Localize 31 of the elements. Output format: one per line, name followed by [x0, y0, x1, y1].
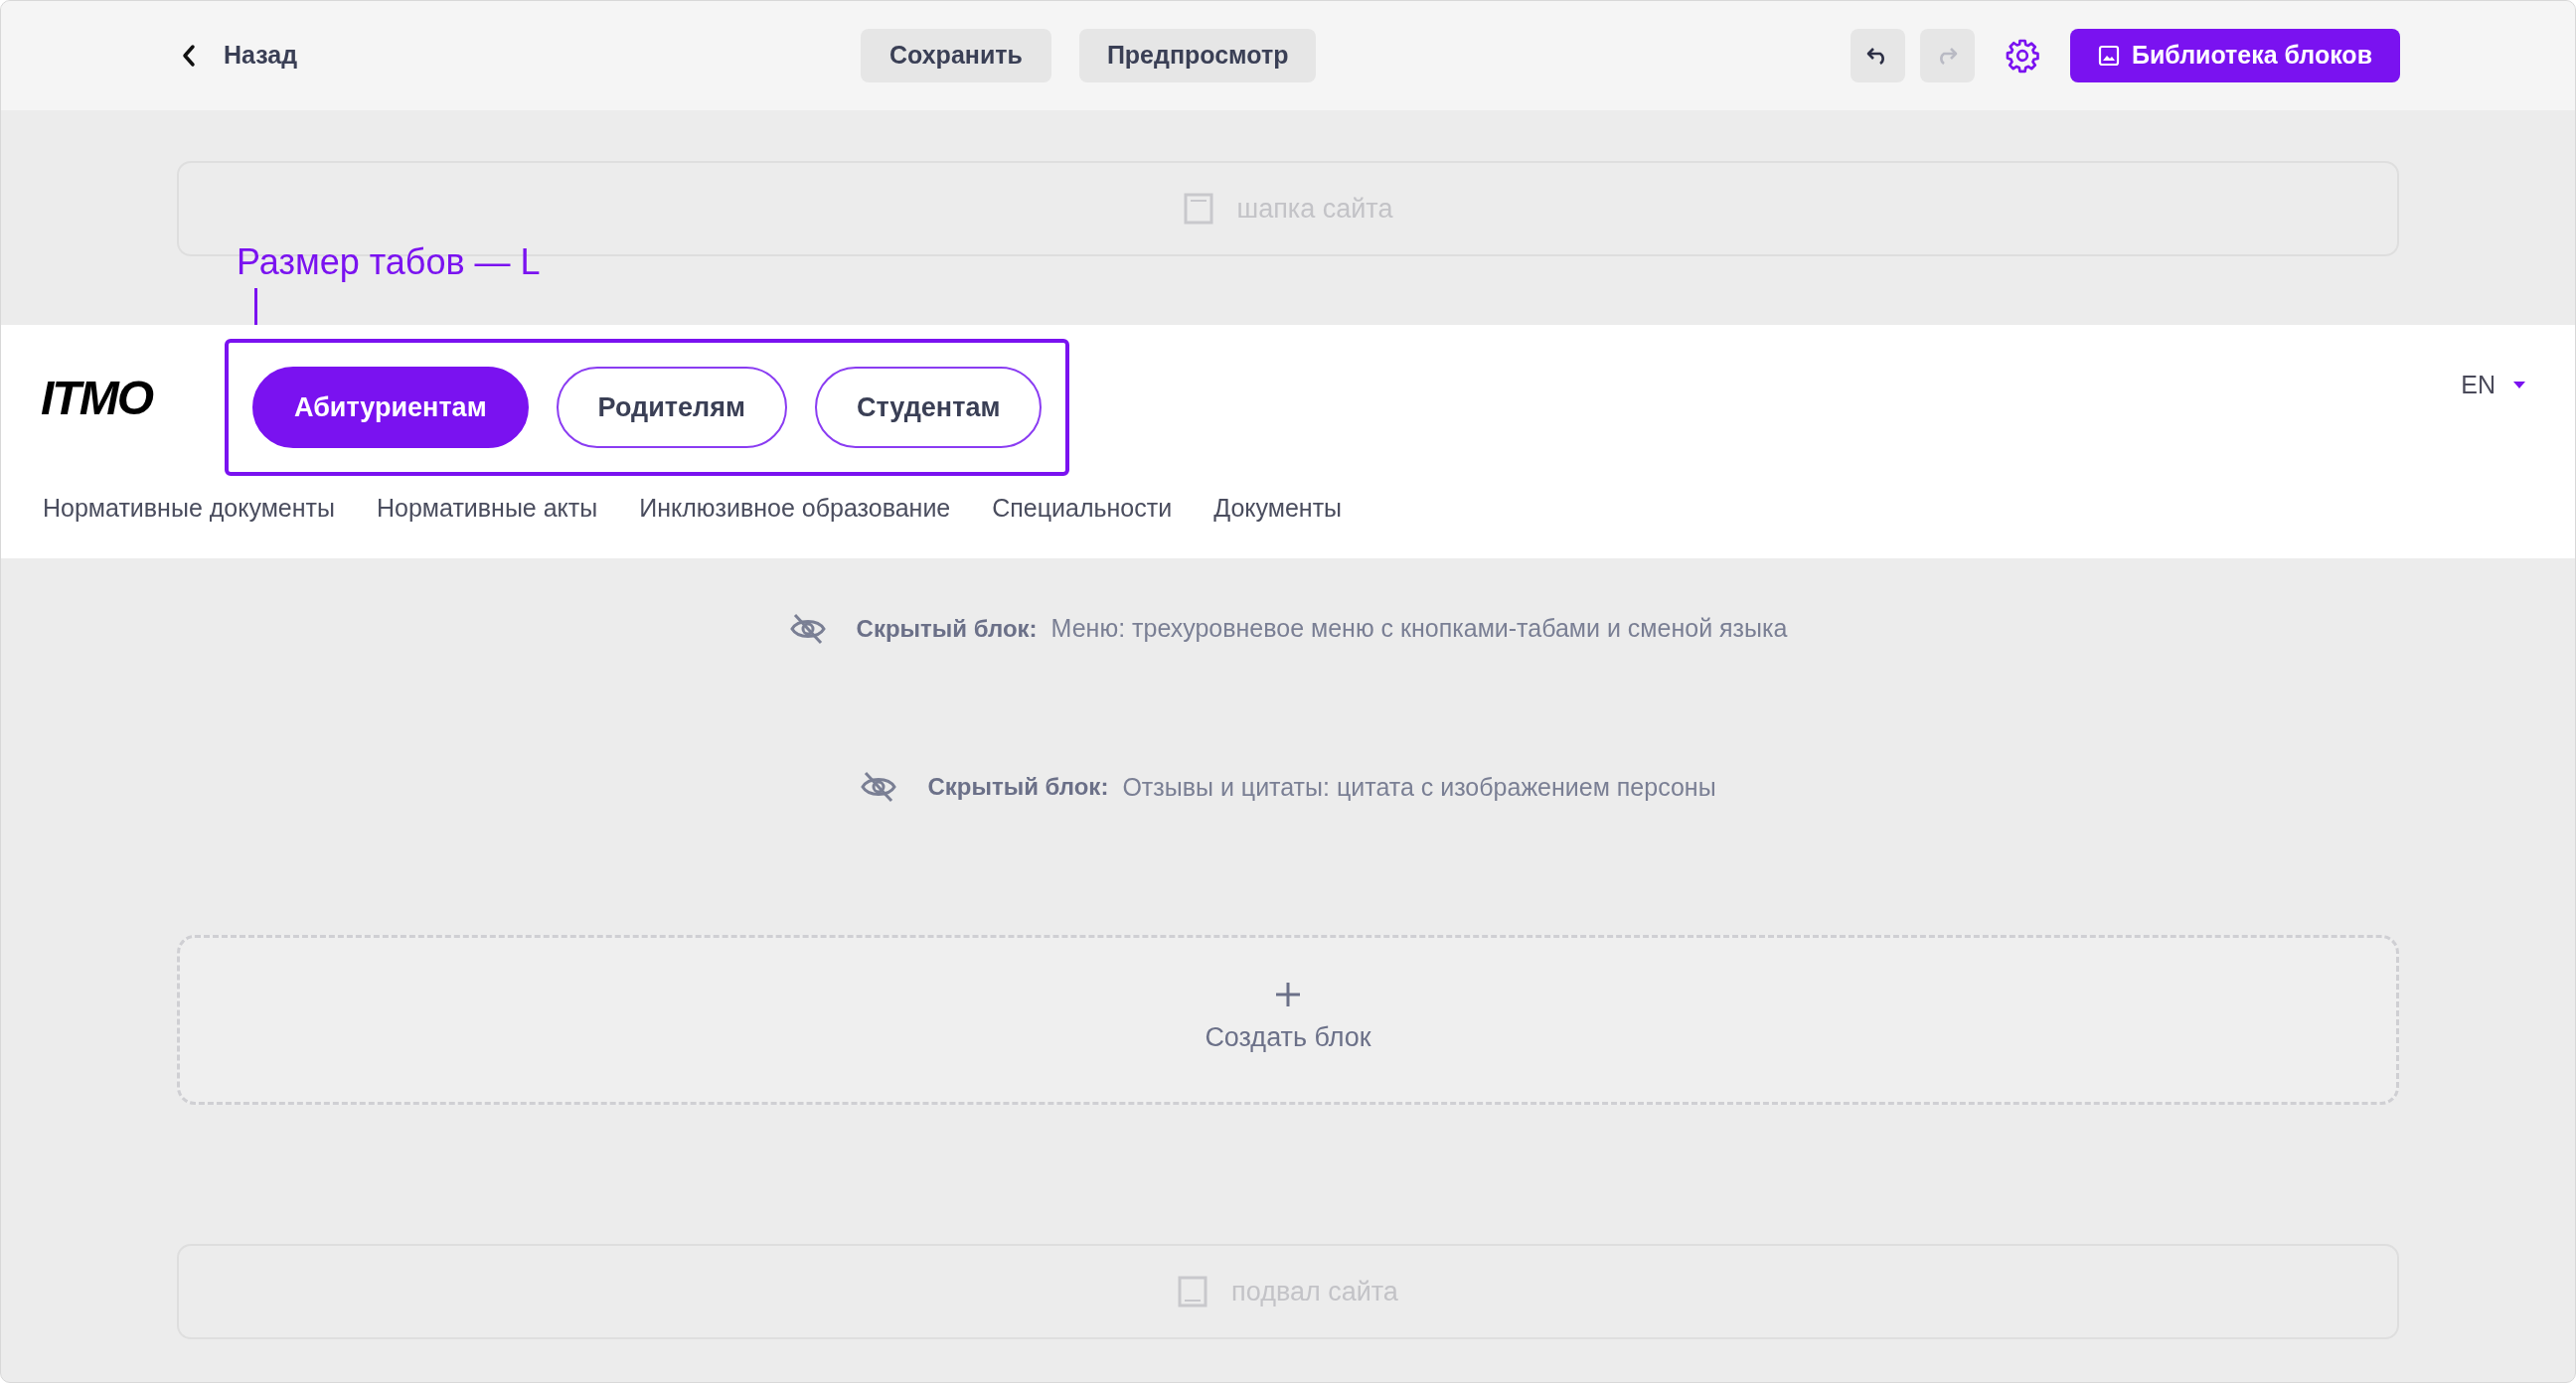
leader-line: [254, 288, 257, 325]
language-dropdown[interactable]: EN: [2461, 367, 2525, 404]
tab[interactable]: Родителям: [556, 367, 787, 448]
save-button[interactable]: Сохранить: [861, 29, 1051, 82]
nav-link[interactable]: Инклюзивное образование: [639, 490, 951, 528]
chevron-left-icon: [180, 44, 198, 68]
create-block-button[interactable]: Создать блок: [177, 935, 2399, 1105]
annotation-label: Размер табов — L: [237, 242, 541, 282]
nav-link[interactable]: Нормативные документы: [43, 490, 335, 528]
hidden-block-label: Скрытый блок:: [927, 772, 1109, 803]
back-button[interactable]: Назад: [180, 37, 697, 75]
tab[interactable]: Абитуриентам: [252, 367, 529, 448]
tab[interactable]: Студентам: [814, 367, 1043, 448]
logo: ITMO: [41, 371, 154, 426]
eye-off-icon: [788, 611, 827, 646]
eye-off-icon: [860, 770, 898, 805]
hidden-block-label: Скрытый блок:: [856, 613, 1038, 644]
nav-link[interactable]: Документы: [1213, 490, 1343, 528]
page-icon: [1178, 1276, 1208, 1307]
undo-button[interactable]: [1850, 29, 1905, 82]
hidden-block-description: Меню: трехуровневое меню с кнопками-табами и сменой языка: [1050, 613, 1788, 644]
settings-icon[interactable]: [2004, 38, 2040, 74]
hidden-block-description: Отзывы и цитаты: цитата с изображением персоны: [1122, 771, 1716, 803]
caret-down-icon: [2513, 382, 2525, 389]
preview-button[interactable]: Предпросмотр: [1078, 29, 1317, 82]
page-icon: [1183, 193, 1213, 225]
nav-link[interactable]: Специальности: [992, 490, 1173, 528]
plus-icon: [1275, 982, 1301, 1008]
nav-link[interactable]: Нормативные акты: [377, 490, 598, 528]
block-library-button[interactable]: Библиотека блоков: [2069, 29, 2400, 82]
image-icon: [2097, 45, 2120, 67]
